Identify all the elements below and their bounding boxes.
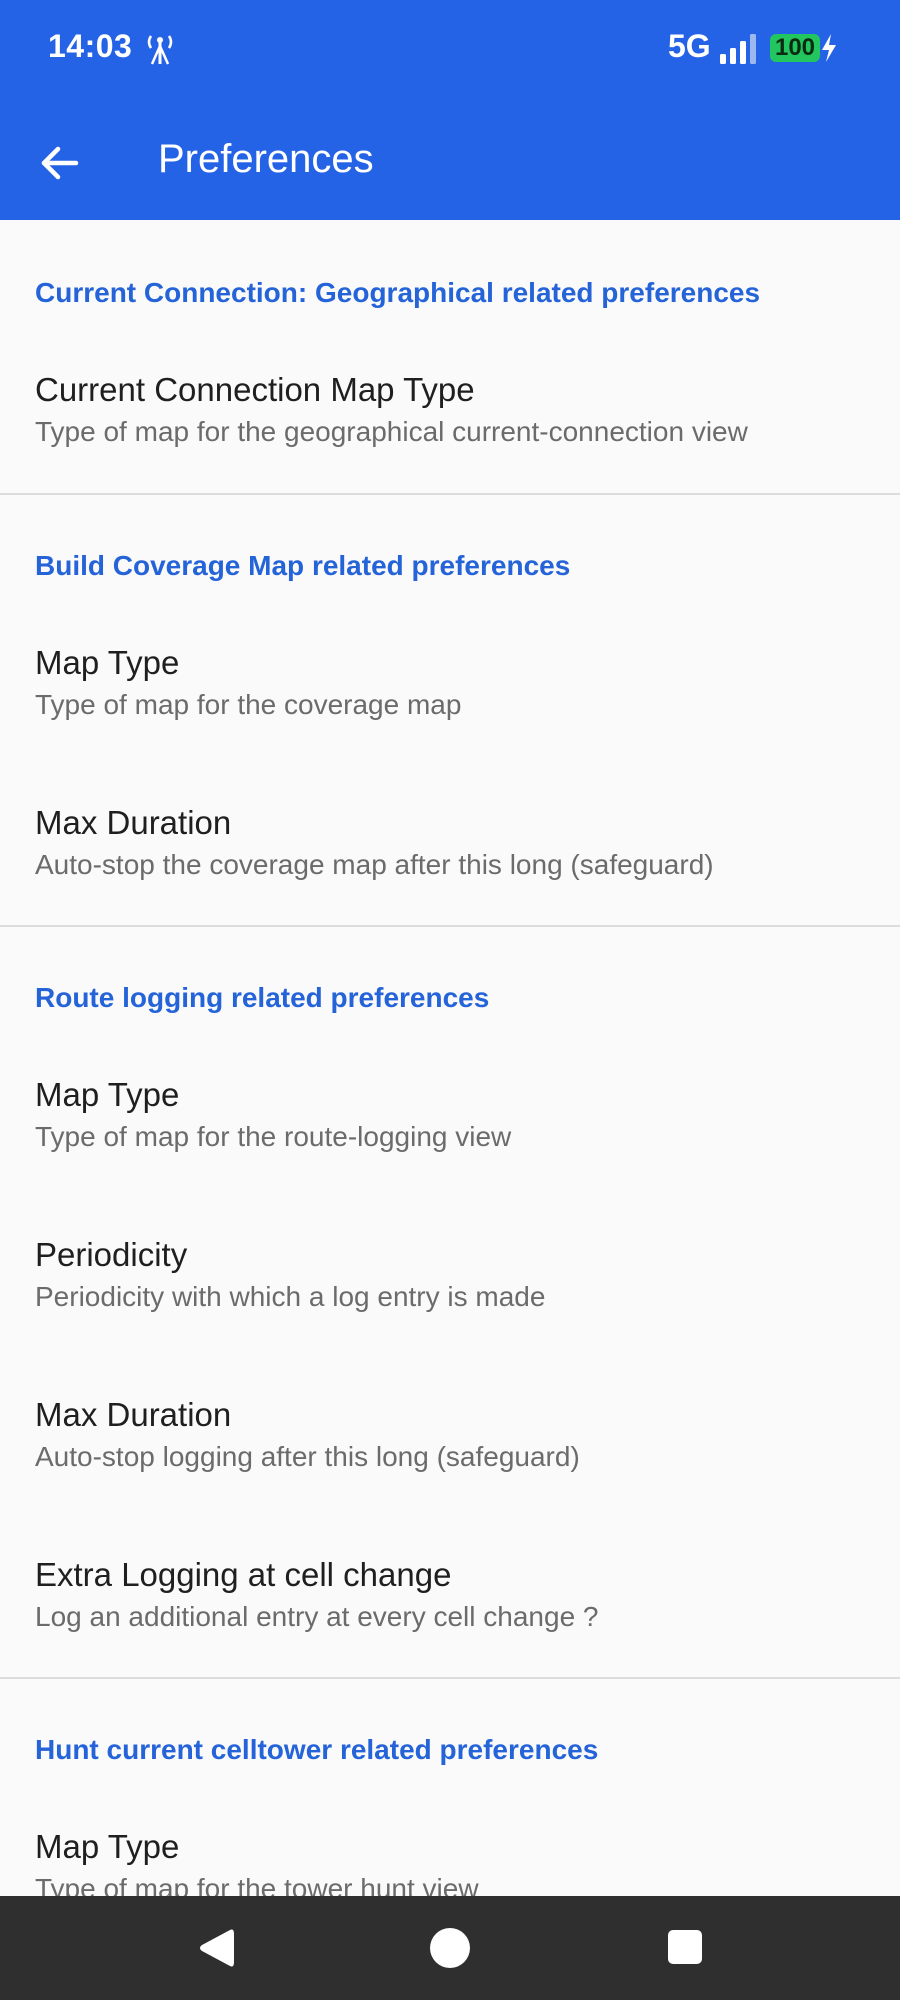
pref-coverage-max-duration[interactable]: Max Duration Auto-stop the coverage map … xyxy=(35,803,865,883)
pref-route-max-duration[interactable]: Max Duration Auto-stop logging after thi… xyxy=(35,1395,865,1475)
category-current-connection: Current Connection: Geographical related… xyxy=(35,277,761,308)
pref-route-map-type[interactable]: Map Type Type of map for the route-loggi… xyxy=(35,1075,865,1155)
signal-icon xyxy=(720,34,756,64)
section-divider xyxy=(0,493,900,495)
pref-title: Map Type xyxy=(35,1828,180,1865)
battery-icon: 100 xyxy=(770,34,820,62)
pref-route-periodicity[interactable]: Periodicity Periodicity with which a log… xyxy=(35,1235,865,1315)
network-type: 5G xyxy=(668,28,711,64)
antenna-icon xyxy=(147,35,173,65)
pref-summary: Log an additional entry at every cell ch… xyxy=(35,1601,599,1632)
nav-back-icon[interactable] xyxy=(196,1926,236,1970)
pref-title: Max Duration xyxy=(35,804,232,841)
pref-summary: Auto-stop logging after this long (safeg… xyxy=(35,1441,580,1472)
charging-bolt-icon xyxy=(822,34,836,62)
pref-hunt-map-type[interactable]: Map Type Type of map for the tower hunt … xyxy=(35,1827,865,1896)
pref-current-connection-map-type[interactable]: Current Connection Map Type Type of map … xyxy=(35,370,865,450)
system-nav-bar xyxy=(0,1896,900,2000)
nav-home-icon[interactable] xyxy=(430,1928,470,1968)
pref-route-extra-logging[interactable]: Extra Logging at cell change Log an addi… xyxy=(35,1555,865,1635)
page-title: Preferences xyxy=(158,137,374,181)
pref-summary: Type of map for the tower hunt view xyxy=(35,1873,479,1896)
pref-summary: Type of map for the route-logging view xyxy=(35,1121,512,1152)
pref-summary: Periodicity with which a log entry is ma… xyxy=(35,1281,546,1312)
back-arrow-icon[interactable] xyxy=(30,133,90,193)
section-divider xyxy=(0,925,900,927)
preferences-list[interactable]: Current Connection: Geographical related… xyxy=(0,220,900,1896)
pref-title: Map Type xyxy=(35,644,180,681)
status-time: 14:03 xyxy=(48,28,133,64)
pref-summary: Type of map for the geographical current… xyxy=(35,416,748,447)
pref-coverage-map-type[interactable]: Map Type Type of map for the coverage ma… xyxy=(35,643,865,723)
category-build-coverage-map: Build Coverage Map related preferences xyxy=(35,550,571,581)
status-bar: 14:03 5G 100 xyxy=(0,0,900,95)
section-divider xyxy=(0,1677,900,1679)
pref-title: Periodicity xyxy=(35,1236,188,1273)
pref-title: Map Type xyxy=(35,1076,180,1113)
nav-recents-icon[interactable] xyxy=(668,1930,702,1964)
category-route-logging: Route logging related preferences xyxy=(35,982,490,1013)
pref-summary: Type of map for the coverage map xyxy=(35,689,462,720)
category-hunt-celltower: Hunt current celltower related preferenc… xyxy=(35,1734,599,1765)
app-bar: Preferences xyxy=(0,95,900,220)
pref-title: Max Duration xyxy=(35,1396,232,1433)
pref-title: Extra Logging at cell change xyxy=(35,1556,452,1593)
pref-title: Current Connection Map Type xyxy=(35,371,475,408)
pref-summary: Auto-stop the coverage map after this lo… xyxy=(35,849,714,880)
